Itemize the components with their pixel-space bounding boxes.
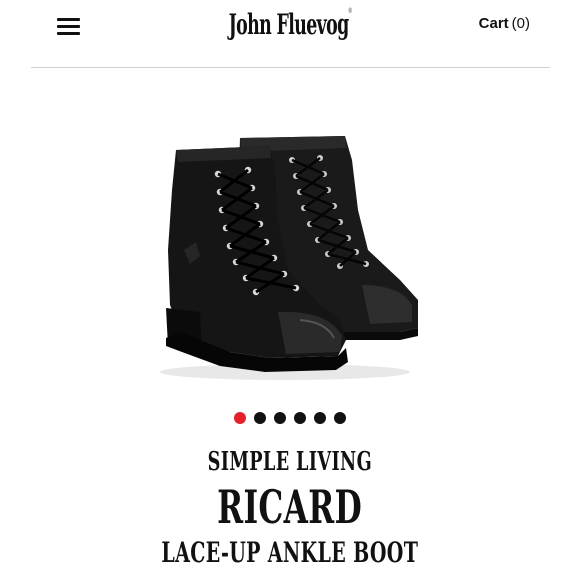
carousel-dot-5[interactable]	[314, 412, 326, 424]
carousel-dot-3[interactable]	[274, 412, 286, 424]
cart-label: Cart	[478, 15, 509, 32]
registered-mark: ®	[348, 8, 352, 15]
site-header: John Fluevog® Cart (0)	[0, 0, 580, 68]
header-divider	[31, 67, 550, 68]
cart-count: (0)	[511, 15, 530, 32]
carousel-dots	[0, 412, 580, 424]
logo-wordmark: John Fluevog	[228, 8, 350, 41]
product-page: John Fluevog® Cart (0) SIMPLE LIVING RIC…	[0, 0, 580, 580]
cart-link[interactable]: Cart (0)	[479, 15, 530, 32]
product-collection: SIMPLE LIVING	[0, 447, 580, 477]
product-name-text: RICARD	[217, 480, 363, 534]
collection-text: SIMPLE LIVING	[207, 447, 373, 477]
logo-text: John Fluevog®	[229, 8, 352, 41]
carousel-dot-1[interactable]	[234, 412, 246, 424]
product-type-text: LACE-UP ANKLE BOOT	[161, 536, 419, 569]
carousel-dot-2[interactable]	[254, 412, 266, 424]
product-image[interactable]	[100, 100, 480, 400]
product-name: RICARD	[0, 480, 580, 534]
carousel-dot-6[interactable]	[334, 412, 346, 424]
carousel-dot-4[interactable]	[294, 412, 306, 424]
product-type: LACE-UP ANKLE BOOT	[0, 536, 580, 569]
boots-illustration	[100, 100, 480, 400]
